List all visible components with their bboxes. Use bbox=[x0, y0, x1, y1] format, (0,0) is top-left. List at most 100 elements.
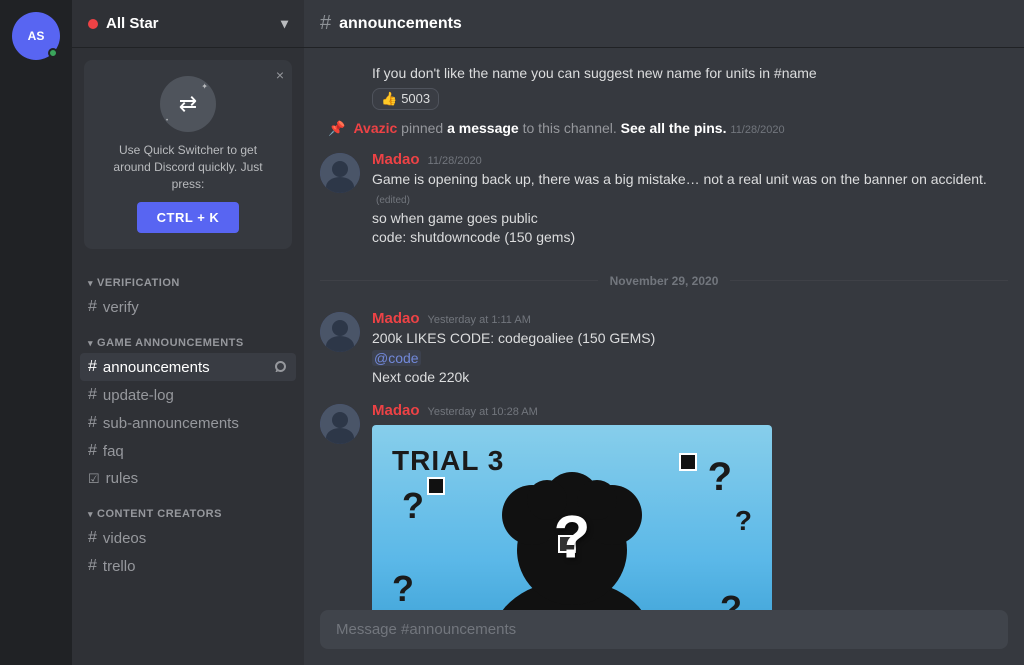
hash-icon: # bbox=[88, 442, 97, 460]
close-icon[interactable]: × bbox=[276, 68, 284, 82]
channel-header-hash-icon: # bbox=[320, 12, 331, 35]
avatar-madao-3 bbox=[320, 404, 360, 444]
checkbox-icon: ☑ bbox=[88, 471, 100, 487]
message-nextcode: Next code 220k bbox=[372, 368, 1008, 388]
message-header-madao-3: Madao Yesterday at 10:28 AM bbox=[372, 402, 1008, 419]
see-all-pins[interactable]: See all the pins. bbox=[621, 120, 727, 136]
dot-small: • bbox=[166, 118, 168, 124]
arrows-icon: ⇄ bbox=[179, 91, 197, 117]
channel-list: ▾ VERIFICATION # verify ▾ GAME ANNOUNCEM… bbox=[72, 261, 304, 665]
channel-item-trello[interactable]: # trello bbox=[80, 552, 296, 580]
message-text: If you don't like the name you can sugge… bbox=[372, 64, 1008, 84]
channel-name-announcements: announcements bbox=[103, 359, 210, 376]
message-group-madao-2: Madao Yesterday at 1:11 AM 200k LIKES CO… bbox=[320, 306, 1008, 392]
pin-user: Avazic bbox=[353, 120, 397, 136]
hash-icon: # bbox=[88, 529, 97, 547]
pin-action: pinned bbox=[401, 120, 447, 136]
hash-icon: # bbox=[88, 386, 97, 404]
channel-name-faq: faq bbox=[103, 443, 124, 460]
timestamp-madao-3: Yesterday at 10:28 AM bbox=[428, 406, 538, 418]
author-madao-3: Madao bbox=[372, 402, 420, 419]
category-content-creators[interactable]: ▾ CONTENT CREATORS bbox=[80, 492, 296, 524]
avatar-madao-2 bbox=[320, 312, 360, 352]
message-content-madao-3: Madao Yesterday at 10:28 AM TRIAL 3 ? ? … bbox=[372, 402, 1008, 610]
announcements-badge bbox=[272, 359, 288, 375]
question-mark-tr: ? bbox=[708, 455, 732, 500]
author-madao-2: Madao bbox=[372, 310, 420, 327]
message-input[interactable]: Message #announcements bbox=[320, 610, 1008, 649]
pin-link[interactable]: a message bbox=[447, 120, 519, 136]
reaction-count: 5003 bbox=[401, 91, 430, 106]
server-sidebar: AS bbox=[0, 0, 72, 665]
channel-header-name: announcements bbox=[339, 15, 462, 33]
channel-item-rules[interactable]: ☑ rules bbox=[80, 465, 296, 492]
messages-area: If you don't like the name you can sugge… bbox=[304, 48, 1024, 610]
channel-name-verify: verify bbox=[103, 299, 139, 316]
author-madao-1: Madao bbox=[372, 151, 420, 168]
message-text-madao-2: 200k LIKES CODE: codegoaliee (150 GEMS) bbox=[372, 329, 1008, 349]
ctrl-k-button[interactable]: CTRL + K bbox=[137, 202, 240, 233]
question-mark-bl: ? bbox=[392, 568, 414, 610]
channel-name-update-log: update-log bbox=[103, 387, 174, 404]
date-divider: November 29, 2020 bbox=[320, 274, 1008, 288]
box-icon-tr bbox=[679, 453, 697, 471]
category-game-announcements[interactable]: ▾ GAME ANNOUNCEMENTS bbox=[80, 321, 296, 353]
message-group-madao-1: Madao 11/28/2020 Game is opening back up… bbox=[320, 147, 1008, 252]
pin-icon: 📌 bbox=[328, 120, 345, 137]
input-placeholder: Message #announcements bbox=[336, 621, 516, 638]
pin-timestamp: 11/28/2020 bbox=[730, 124, 784, 136]
message-line3-madao-1: code: shutdowncode (150 gems) bbox=[372, 228, 1008, 248]
message-continuation: If you don't like the name you can sugge… bbox=[320, 64, 1008, 110]
channel-item-videos[interactable]: # videos bbox=[80, 524, 296, 552]
channel-item-update-log[interactable]: # update-log bbox=[80, 381, 296, 409]
trial-image: TRIAL 3 ? ? ? ? ? bbox=[372, 425, 772, 610]
hash-icon: # bbox=[88, 557, 97, 575]
main-content: # announcements If you don't like the na… bbox=[304, 0, 1024, 665]
timestamp-madao-2: Yesterday at 1:11 AM bbox=[428, 314, 531, 326]
question-mark-tl: ? bbox=[402, 485, 424, 527]
timestamp-madao-1: 11/28/2020 bbox=[428, 155, 482, 167]
pin-to: to this channel. bbox=[523, 120, 621, 136]
server-dropdown-icon[interactable]: ▾ bbox=[281, 15, 288, 32]
channel-name-trello: trello bbox=[103, 558, 136, 575]
switcher-description: Use Quick Switcher to get around Discord… bbox=[100, 142, 276, 192]
hash-icon: # bbox=[88, 414, 97, 432]
quick-switcher-panel: × ⇄ ✦ • Use Quick Switcher to get around… bbox=[84, 60, 292, 249]
sparkle-dots: ✦ bbox=[201, 82, 208, 91]
hash-icon: # bbox=[88, 358, 97, 376]
hash-icon: # bbox=[88, 298, 97, 316]
message-content-madao-2: Madao Yesterday at 1:11 AM 200k LIKES CO… bbox=[372, 310, 1008, 388]
channel-item-announcements[interactable]: # announcements bbox=[80, 353, 296, 381]
message-mention: @code bbox=[372, 349, 1008, 369]
category-verification[interactable]: ▾ VERIFICATION bbox=[80, 261, 296, 293]
channel-name-rules: rules bbox=[106, 470, 139, 487]
server-header[interactable]: All Star ▾ bbox=[72, 0, 304, 48]
channel-item-sub-announcements[interactable]: # sub-announcements bbox=[80, 409, 296, 437]
message-text-madao-1: Game is opening back up, there was a big… bbox=[372, 170, 1008, 209]
channel-item-verify[interactable]: # verify bbox=[80, 293, 296, 321]
channel-name-sub-announcements: sub-announcements bbox=[103, 415, 239, 432]
switcher-icon: ⇄ ✦ • bbox=[160, 76, 216, 132]
message-line2-madao-1: so when game goes public bbox=[372, 209, 1008, 229]
pin-message: 📌 Avazic pinned a message to this channe… bbox=[320, 116, 1008, 141]
box-icon-tl bbox=[427, 477, 445, 495]
channel-name-videos: videos bbox=[103, 530, 146, 547]
message-group-madao-3: Madao Yesterday at 10:28 AM TRIAL 3 ? ? … bbox=[320, 398, 1008, 610]
avatar-madao-1 bbox=[320, 153, 360, 193]
message-content-madao-1: Madao 11/28/2020 Game is opening back up… bbox=[372, 151, 1008, 248]
channel-header: # announcements bbox=[304, 0, 1024, 48]
reaction-thumbsup[interactable]: 👍 5003 bbox=[372, 88, 439, 110]
server-icon[interactable]: AS bbox=[12, 12, 60, 60]
question-mark-center: ? bbox=[554, 503, 591, 572]
server-status-dot bbox=[88, 19, 98, 29]
thumbsup-emoji: 👍 bbox=[381, 91, 397, 107]
channel-sidebar: All Star ▾ × ⇄ ✦ • Use Quick Switcher to… bbox=[72, 0, 304, 665]
message-header-madao-2: Madao Yesterday at 1:11 AM bbox=[372, 310, 1008, 327]
server-name: All Star bbox=[106, 15, 159, 32]
question-mark-br: ? bbox=[720, 588, 742, 610]
pin-content: Avazic pinned a message to this channel.… bbox=[353, 120, 784, 136]
channel-item-faq[interactable]: # faq bbox=[80, 437, 296, 465]
message-header-madao-1: Madao 11/28/2020 bbox=[372, 151, 1008, 168]
message-input-area: Message #announcements bbox=[304, 610, 1024, 665]
question-mark-tr2: ? bbox=[735, 505, 752, 537]
